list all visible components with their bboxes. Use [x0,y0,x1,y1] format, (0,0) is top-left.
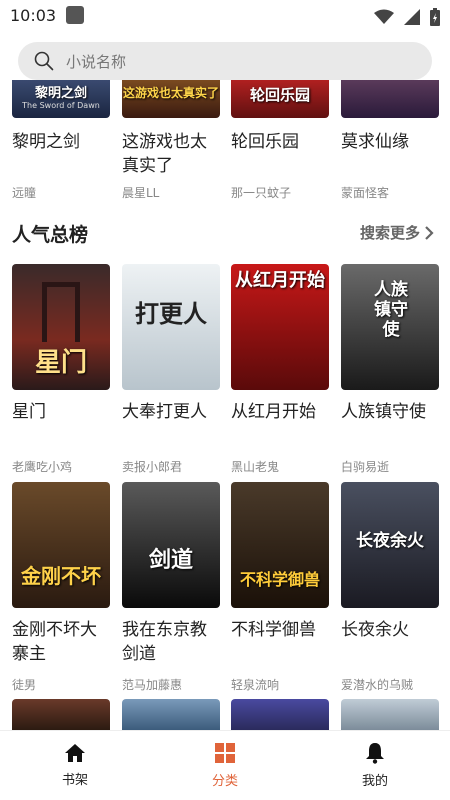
nav-label[interactable]: 书架 [62,769,88,788]
book-author[interactable]: 黑山老鬼 [231,458,329,475]
nav-bookshelf[interactable]: 书架 [0,731,150,800]
book-card[interactable]: 不科学御兽 不科学御兽 轻泉流响 [231,482,329,693]
search-more-label[interactable]: 搜索更多 [360,222,420,243]
book-author[interactable]: 爱潜水的乌贼 [341,676,439,693]
book-cover[interactable]: 剑道 [122,482,220,608]
book-cover[interactable] [341,699,439,731]
book-cover[interactable]: 不科学御兽 [231,482,329,608]
nav-label[interactable]: 我的 [362,770,388,789]
book-card-partial[interactable] [231,699,329,731]
book-card[interactable]: 打更人 大奉打更人 卖报小郎君 [122,264,220,475]
book-cover[interactable]: 金刚不坏 [12,482,110,608]
book-title[interactable]: 金刚不坏大寨主 [12,618,112,666]
cover-text: 从红月开始 [235,270,325,291]
bottom-nav: 书架 分类 我的 [0,730,450,800]
cover-text: 轮回乐园 [249,86,310,104]
book-card-top-3[interactable]: 轮回乐园 轮回乐园 那一只蚊子 [231,80,329,201]
book-title[interactable]: 轮回乐园 [231,130,331,178]
book-card[interactable]: 剑道 我在东京教剑道 范马加藤惠 [122,482,220,693]
book-cover[interactable]: 从红月开始 [231,264,329,390]
book-author[interactable]: 卖报小郎君 [122,458,220,475]
cover-text: 黎明之剑 [34,86,87,101]
book-author[interactable]: 徒男 [12,676,110,693]
book-card[interactable]: 星门 星门 老鹰吃小鸡 [12,264,110,475]
book-author[interactable]: 老鹰吃小鸡 [12,458,110,475]
cover-text: 人族镇守使 [374,280,408,340]
book-title[interactable]: 黎明之剑 [12,130,112,178]
book-author[interactable]: 那一只蚊子 [231,184,329,201]
cover-text: 打更人 [135,299,207,328]
book-card[interactable]: 人族镇守使 人族镇守使 白驹易逝 [341,264,439,475]
nav-category[interactable]: 分类 [150,731,300,800]
book-title[interactable]: 星门 [12,400,112,448]
wifi-icon [374,9,394,24]
chevron-right-icon[interactable] [424,225,434,240]
book-title[interactable]: 长夜余火 [341,618,441,666]
battery-icon [430,8,440,26]
book-cover[interactable]: 打更人 [122,264,220,390]
book-card[interactable]: 从红月开始 从红月开始 黑山老鬼 [231,264,329,475]
grid-icon[interactable] [214,742,236,764]
book-card-partial[interactable] [341,699,439,731]
status-icons [374,8,440,26]
book-author[interactable]: 远瞳 [12,184,110,201]
book-cover[interactable]: 人族镇守使 [341,264,439,390]
book-title[interactable]: 不科学御兽 [231,618,331,666]
cover-text: 这游戏也太真实了 [122,86,219,100]
book-author[interactable]: 晨星LL [122,184,220,201]
book-cover[interactable] [341,80,439,118]
cover-text: 星门 [34,348,87,378]
book-card-top-4[interactable]: 莫求仙缘 蒙面怪客 [341,80,439,201]
book-card-top-2[interactable]: 这游戏也太真实了 这游戏也太真实了 晨星LL [122,80,220,201]
cover-text: 金刚不坏 [21,564,101,588]
book-title[interactable]: 从红月开始 [231,400,331,448]
cover-text: 剑道 [148,547,193,573]
status-bar: 10:03 [0,0,450,34]
book-author[interactable]: 范马加藤惠 [122,676,220,693]
book-author[interactable]: 轻泉流响 [231,676,329,693]
book-cover[interactable] [231,699,329,731]
home-icon[interactable] [64,743,86,763]
book-cover[interactable]: 这游戏也太真实了 [122,80,220,118]
cover-text: 不科学御兽 [239,570,320,589]
book-cover[interactable]: 黎明之剑 The Sword of Dawn [12,80,110,118]
book-card-partial[interactable] [122,699,220,731]
book-title[interactable]: 大奉打更人 [122,400,222,448]
search-placeholder: 小说名称 [66,53,127,71]
book-title[interactable]: 人族镇守使 [341,400,441,448]
book-card[interactable]: 金刚不坏 金刚不坏大寨主 徒男 [12,482,110,693]
search-bar[interactable]: 小说名称 [18,42,432,80]
book-title[interactable]: 这游戏也太真实了 [122,130,222,178]
status-time: 10:03 [10,6,57,25]
book-cover[interactable] [122,699,220,731]
search-more-link[interactable]: 搜索更多 [360,222,434,243]
nav-label[interactable]: 分类 [212,770,238,789]
book-cover[interactable] [12,699,110,731]
nav-mine[interactable]: 我的 [300,731,450,800]
section-title: 人气总榜 [12,224,89,246]
signal-icon [404,9,420,25]
book-card-partial[interactable] [12,699,110,731]
cover-text: 长夜余火 [356,531,424,551]
search-icon [34,51,54,71]
book-author[interactable]: 白驹易逝 [341,458,439,475]
book-card[interactable]: 长夜余火 长夜余火 爱潜水的乌贼 [341,482,439,693]
book-cover[interactable]: 星门 [12,264,110,390]
book-cover[interactable]: 轮回乐园 [231,80,329,118]
bell-icon[interactable] [365,742,385,764]
app-notification-icon [66,6,84,24]
book-card-top-1[interactable]: 黎明之剑 The Sword of Dawn 黎明之剑 远瞳 [12,80,110,201]
book-cover[interactable]: 长夜余火 [341,482,439,608]
book-title[interactable]: 莫求仙缘 [341,130,441,178]
book-title[interactable]: 我在东京教剑道 [122,618,222,666]
cover-subtext: The Sword of Dawn [22,101,100,110]
book-author[interactable]: 蒙面怪客 [341,184,439,201]
